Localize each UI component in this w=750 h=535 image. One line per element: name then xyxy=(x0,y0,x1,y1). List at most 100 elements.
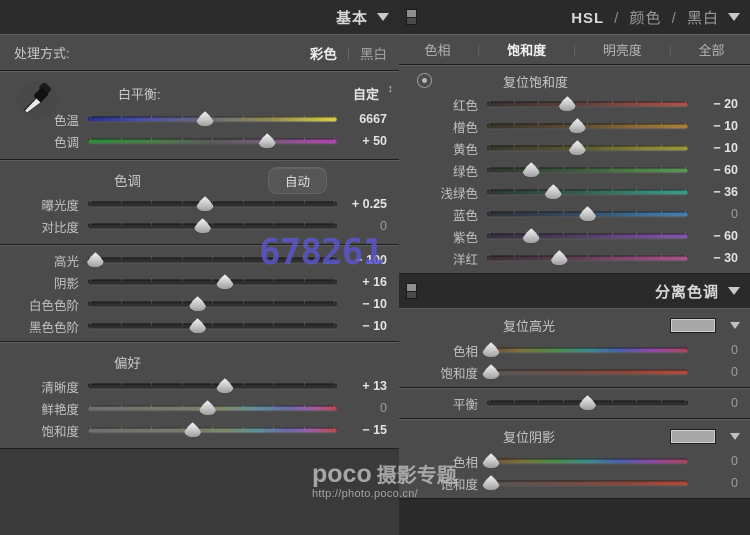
slider-knob[interactable] xyxy=(216,274,233,289)
slider-row-yellow[interactable]: 黄色 − 10 xyxy=(399,137,750,159)
tab-hue[interactable]: 色相 xyxy=(424,40,450,59)
slider-knob[interactable] xyxy=(199,400,216,415)
slider-row-highlight-hue[interactable]: 色相 0 xyxy=(399,339,750,361)
slider-knob[interactable] xyxy=(189,296,206,311)
slider-row-aqua[interactable]: 浅绿色 − 36 xyxy=(399,181,750,203)
slider-track-area[interactable] xyxy=(487,247,688,269)
hsl-title-part1[interactable]: HSL xyxy=(571,10,604,27)
slider-row-shadows[interactable]: 阴影 + 16 xyxy=(0,271,399,293)
slider-track-area[interactable] xyxy=(88,419,337,441)
slider-row-purple[interactable]: 紫色 − 60 xyxy=(399,225,750,247)
slider-row-balance[interactable]: 平衡 0 xyxy=(399,392,750,414)
slider-value[interactable]: 0 xyxy=(688,396,746,410)
tab-saturation[interactable]: 饱和度 xyxy=(507,40,546,59)
slider-value[interactable]: − 36 xyxy=(688,185,746,199)
slider-track-area[interactable] xyxy=(88,397,337,419)
slider-value[interactable]: 6667 xyxy=(337,112,395,126)
slider-track-area[interactable] xyxy=(487,392,688,414)
slider-track-area[interactable] xyxy=(88,215,337,237)
slider-knob[interactable] xyxy=(579,206,596,221)
slider-value[interactable]: + 16 xyxy=(337,275,395,289)
slider-knob[interactable] xyxy=(569,118,586,133)
slider-knob[interactable] xyxy=(551,250,568,265)
chevron-down-icon[interactable] xyxy=(728,287,740,295)
slider-value[interactable]: − 60 xyxy=(688,163,746,177)
slider-row-shadow-saturation[interactable]: 饱和度 0 xyxy=(399,472,750,494)
eyedropper-icon[interactable] xyxy=(14,78,60,122)
slider-knob[interactable] xyxy=(184,422,201,437)
basic-panel-header[interactable]: 基本 xyxy=(0,0,399,34)
slider-row-exposure[interactable]: 曝光度 + 0.25 xyxy=(0,193,399,215)
slider-value[interactable]: − 30 xyxy=(688,251,746,265)
slider-knob[interactable] xyxy=(559,96,576,111)
shadows-reset-label[interactable]: 复位阴影 xyxy=(487,427,670,446)
auto-tone-button[interactable]: 自动 xyxy=(268,167,327,194)
slider-track-area[interactable] xyxy=(487,93,688,115)
slider-row-clarity[interactable]: 清晰度 + 13 xyxy=(0,375,399,397)
hsl-reset-label[interactable]: 复位饱和度 xyxy=(487,72,746,91)
slider-knob[interactable] xyxy=(189,318,206,333)
slider-knob[interactable] xyxy=(569,140,586,155)
slider-value[interactable]: − 60 xyxy=(688,229,746,243)
hsl-title-part3[interactable]: 黑白 xyxy=(687,10,719,27)
chevron-down-icon[interactable] xyxy=(377,13,389,21)
slider-knob[interactable] xyxy=(216,378,233,393)
slider-track-area[interactable] xyxy=(487,472,688,494)
tab-all[interactable]: 全部 xyxy=(699,40,725,59)
slider-row-blacks[interactable]: 黑色色阶 − 10 xyxy=(0,315,399,337)
highlights-reset-label[interactable]: 复位高光 xyxy=(487,316,670,335)
slider-track-area[interactable] xyxy=(88,108,337,130)
slider-knob[interactable] xyxy=(197,111,214,126)
slider-row-contrast[interactable]: 对比度 0 xyxy=(0,215,399,237)
shadows-color-swatch[interactable] xyxy=(670,429,716,444)
slider-value[interactable]: 0 xyxy=(688,476,746,490)
slider-track-area[interactable] xyxy=(88,293,337,315)
chevron-down-icon[interactable] xyxy=(730,322,740,329)
chevron-down-icon[interactable] xyxy=(728,13,740,21)
slider-value[interactable]: − 100 xyxy=(337,253,395,267)
panel-switch-icon[interactable] xyxy=(406,9,417,25)
slider-row-blue[interactable]: 蓝色 0 xyxy=(399,203,750,225)
slider-track-area[interactable] xyxy=(487,361,688,383)
slider-row-orange[interactable]: 橧色 − 10 xyxy=(399,115,750,137)
slider-value[interactable]: − 20 xyxy=(688,97,746,111)
slider-track-area[interactable] xyxy=(487,339,688,361)
slider-value[interactable]: − 10 xyxy=(688,141,746,155)
slider-knob[interactable] xyxy=(523,162,540,177)
slider-track-area[interactable] xyxy=(88,375,337,397)
slider-track-area[interactable] xyxy=(487,225,688,247)
treatment-color-option[interactable]: 彩色 xyxy=(310,43,337,63)
slider-row-saturation[interactable]: 饱和度 − 15 xyxy=(0,419,399,441)
slider-knob[interactable] xyxy=(545,184,562,199)
slider-row-highlights[interactable]: 高光 − 100 xyxy=(0,249,399,271)
slider-value[interactable]: − 10 xyxy=(688,119,746,133)
slider-track-area[interactable] xyxy=(88,249,337,271)
slider-row-tint[interactable]: 色调 + 50 xyxy=(0,130,399,152)
hsl-reset-header[interactable]: 复位饱和度 xyxy=(399,69,750,93)
slider-track-area[interactable] xyxy=(88,193,337,215)
slider-value[interactable]: + 0.25 xyxy=(337,197,395,211)
tab-luminance[interactable]: 明亮度 xyxy=(603,40,642,59)
treatment-bw-option[interactable]: 黑白 xyxy=(360,43,387,63)
highlights-color-swatch[interactable] xyxy=(670,318,716,333)
target-adjust-icon[interactable] xyxy=(417,73,432,88)
slider-value[interactable]: + 50 xyxy=(337,134,395,148)
slider-row-whites[interactable]: 白色色阶 − 10 xyxy=(0,293,399,315)
slider-track-area[interactable] xyxy=(487,159,688,181)
slider-value[interactable]: 0 xyxy=(688,207,746,221)
slider-knob[interactable] xyxy=(87,252,104,267)
panel-switch-icon[interactable] xyxy=(406,283,417,299)
slider-knob[interactable] xyxy=(259,133,276,148)
slider-row-shadow-hue[interactable]: 色相 0 xyxy=(399,450,750,472)
slider-track-area[interactable] xyxy=(88,130,337,152)
slider-track-area[interactable] xyxy=(487,203,688,225)
slider-value[interactable]: − 10 xyxy=(337,319,395,333)
slider-track-area[interactable] xyxy=(487,115,688,137)
slider-knob[interactable] xyxy=(197,196,214,211)
slider-value[interactable]: 0 xyxy=(688,365,746,379)
slider-value[interactable]: + 13 xyxy=(337,379,395,393)
slider-value[interactable]: 0 xyxy=(337,219,395,233)
slider-value[interactable]: 0 xyxy=(688,454,746,468)
hsl-panel-header[interactable]: HSL / 颜色 / 黑白 xyxy=(399,0,750,34)
slider-track-area[interactable] xyxy=(487,450,688,472)
